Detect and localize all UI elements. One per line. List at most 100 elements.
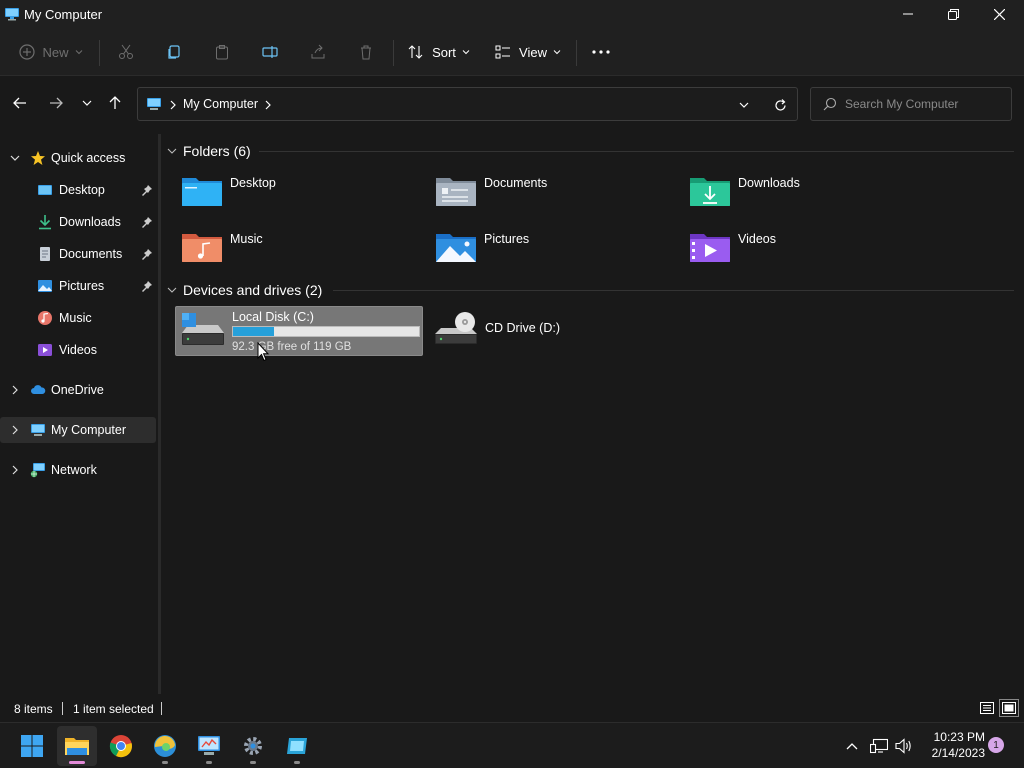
restore-icon bbox=[947, 8, 959, 20]
notification-badge[interactable]: 1 bbox=[988, 737, 1004, 753]
chevron-right-icon bbox=[12, 465, 18, 475]
forward-button[interactable] bbox=[45, 92, 67, 114]
details-view-button[interactable] bbox=[978, 700, 996, 716]
selection-count: 1 item selected bbox=[73, 702, 154, 716]
taskbar-edge-beta[interactable] bbox=[145, 726, 185, 766]
folder-label: Videos bbox=[738, 232, 776, 246]
folder-music[interactable]: Music bbox=[180, 228, 420, 278]
tiles-view-button[interactable] bbox=[999, 699, 1019, 717]
view-label: View bbox=[519, 44, 547, 60]
close-button[interactable] bbox=[976, 0, 1022, 28]
refresh-button[interactable] bbox=[770, 95, 790, 115]
toolbar-divider bbox=[576, 40, 577, 66]
sidebar-item-videos[interactable]: Videos bbox=[0, 337, 156, 363]
start-button[interactable] bbox=[12, 726, 52, 766]
taskbar-control-panel[interactable] bbox=[189, 726, 229, 766]
sort-button[interactable]: Sort bbox=[404, 38, 474, 66]
more-icon bbox=[592, 50, 610, 54]
folder-label: Documents bbox=[484, 176, 548, 190]
minimize-icon bbox=[903, 13, 913, 15]
computer-icon bbox=[31, 424, 45, 436]
title-bar: My Computer bbox=[0, 0, 1024, 28]
drive-usage-fill bbox=[233, 327, 274, 336]
sidebar-item-label: Quick access bbox=[51, 151, 126, 165]
pin-icon bbox=[142, 217, 152, 228]
sidebar-item-documents[interactable]: Documents bbox=[0, 241, 156, 267]
sidebar-item-music[interactable]: Music bbox=[0, 305, 156, 331]
taskbar-app[interactable] bbox=[277, 726, 317, 766]
app-window-icon bbox=[287, 738, 307, 754]
videos-folder-icon bbox=[690, 234, 730, 262]
sidebar-item-my-computer[interactable]: My Computer bbox=[0, 417, 156, 443]
sidebar-item-pictures[interactable]: Pictures bbox=[0, 273, 156, 299]
sidebar-item-downloads[interactable]: Downloads bbox=[0, 209, 156, 235]
view-button[interactable]: View bbox=[490, 38, 566, 66]
network-icon bbox=[30, 463, 45, 478]
folder-label: Downloads bbox=[738, 176, 800, 190]
sidebar-item-label: Desktop bbox=[59, 183, 105, 197]
restore-button[interactable] bbox=[930, 0, 976, 28]
group-title: Devices and drives (2) bbox=[183, 282, 323, 298]
sidebar-item-quick-access[interactable]: Quick access bbox=[0, 145, 156, 171]
cd-drive-icon bbox=[435, 312, 477, 344]
drive-local-disk-c[interactable]: Local Disk (C:) 92.3 GB free of 119 GB bbox=[175, 306, 423, 356]
folder-pictures[interactable]: Pictures bbox=[434, 228, 674, 278]
recent-locations-button[interactable] bbox=[76, 92, 98, 114]
folders-group-header[interactable]: Folders (6) bbox=[167, 141, 251, 161]
show-hidden-icons-button[interactable] bbox=[841, 735, 863, 757]
network-status-icon bbox=[870, 738, 888, 754]
folder-downloads[interactable]: Downloads bbox=[688, 172, 928, 222]
sidebar-item-network[interactable]: Network bbox=[0, 457, 156, 483]
volume-button[interactable] bbox=[893, 735, 915, 757]
chevron-right-icon bbox=[170, 100, 176, 110]
back-button[interactable] bbox=[9, 92, 31, 114]
sidebar-item-label: My Computer bbox=[51, 423, 127, 437]
new-button[interactable]: New bbox=[14, 38, 88, 66]
address-bar[interactable]: My Computer bbox=[137, 87, 798, 121]
close-icon bbox=[993, 8, 1005, 20]
copy-button[interactable] bbox=[161, 38, 187, 66]
drive-cd-d[interactable]: CD Drive (D:) bbox=[429, 306, 677, 356]
paste-icon bbox=[216, 45, 228, 60]
share-button[interactable] bbox=[305, 38, 331, 66]
network-status-button[interactable] bbox=[868, 735, 890, 757]
up-button[interactable] bbox=[104, 92, 126, 114]
minimize-button[interactable] bbox=[885, 0, 931, 28]
clock-date: 2/14/2023 bbox=[931, 746, 985, 760]
command-bar: New Sort View bbox=[0, 28, 1024, 76]
status-divider bbox=[161, 702, 162, 715]
delete-button[interactable] bbox=[353, 38, 379, 66]
status-bar: 8 items 1 item selected bbox=[0, 694, 1024, 722]
group-divider bbox=[333, 290, 1014, 291]
rename-button[interactable] bbox=[257, 38, 283, 66]
drive-usage-bar bbox=[232, 326, 420, 337]
chevron-down-icon bbox=[10, 155, 20, 161]
computer-icon bbox=[5, 8, 19, 21]
chevron-down-icon bbox=[167, 148, 177, 154]
folder-desktop[interactable]: Desktop bbox=[180, 172, 420, 222]
search-box[interactable] bbox=[810, 87, 1012, 121]
sidebar-item-desktop[interactable]: Desktop bbox=[0, 177, 156, 203]
taskbar-settings[interactable] bbox=[233, 726, 273, 766]
address-path[interactable]: My Computer bbox=[183, 97, 258, 111]
chevron-right-icon bbox=[265, 100, 271, 110]
running-indicator bbox=[162, 761, 168, 764]
taskbar-file-explorer[interactable] bbox=[57, 726, 97, 766]
folder-videos[interactable]: Videos bbox=[688, 228, 928, 278]
search-input[interactable] bbox=[845, 95, 1005, 113]
desktop-folder-icon bbox=[38, 185, 52, 195]
drives-group-header[interactable]: Devices and drives (2) bbox=[167, 280, 322, 300]
taskbar-chrome[interactable] bbox=[101, 726, 141, 766]
address-history-button[interactable] bbox=[734, 96, 754, 114]
cut-button[interactable] bbox=[113, 38, 139, 66]
clock[interactable]: 10:23 PM 2/14/2023 bbox=[915, 729, 985, 761]
folder-documents[interactable]: Documents bbox=[434, 172, 674, 222]
toolbar-divider bbox=[99, 40, 100, 66]
more-options-button[interactable] bbox=[586, 38, 616, 66]
document-icon bbox=[40, 247, 50, 261]
paste-button[interactable] bbox=[209, 38, 235, 66]
tiles-view-icon bbox=[1002, 702, 1016, 714]
sidebar-item-onedrive[interactable]: OneDrive bbox=[0, 377, 156, 403]
control-panel-icon bbox=[198, 736, 220, 755]
cut-icon bbox=[119, 44, 133, 59]
